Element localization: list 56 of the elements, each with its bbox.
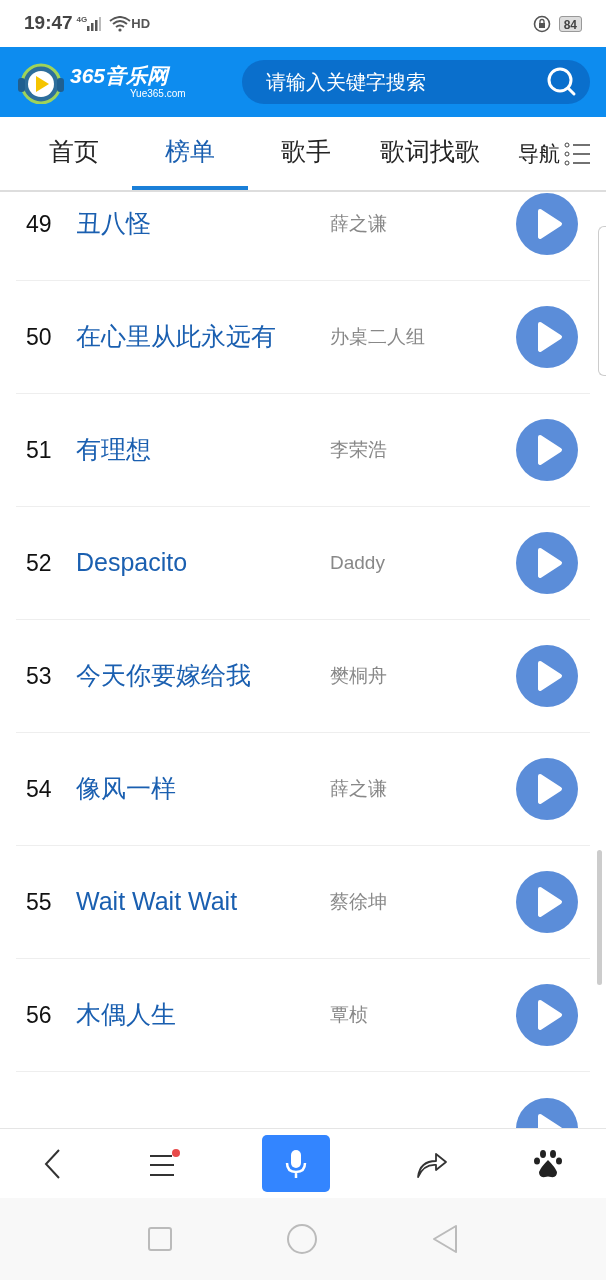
play-button[interactable]: [516, 193, 578, 255]
artist-name[interactable]: 蔡徐坤: [330, 887, 516, 917]
nav-tab[interactable]: 榜单: [132, 117, 248, 190]
play-button[interactable]: [516, 984, 578, 1046]
back-icon[interactable]: [42, 1147, 63, 1180]
rank-number: 56: [25, 1000, 53, 1030]
paw-icon[interactable]: [533, 1148, 564, 1179]
rank-number: 51: [25, 435, 53, 465]
recents-button[interactable]: [147, 1227, 172, 1251]
song-title[interactable]: 木偶人生: [76, 996, 330, 1034]
status-time: 19:47: [24, 11, 73, 36]
wifi-icon: [109, 15, 132, 32]
logo-text: 365音乐网: [70, 64, 171, 88]
microphone-icon: [284, 1148, 308, 1179]
search-field[interactable]: 请输入关键字搜索: [242, 60, 590, 104]
search-icon[interactable]: [546, 66, 578, 98]
rank-number: 50: [25, 322, 53, 352]
nav-tab[interactable]: 歌手: [248, 117, 364, 190]
nav-menu-button[interactable]: 导航: [518, 117, 590, 190]
song-title[interactable]: 有理想: [76, 431, 330, 469]
logo-domain: Yue365.com: [130, 88, 186, 100]
artist-name[interactable]: 樊桐舟: [330, 661, 516, 691]
rank-number: 49: [25, 209, 53, 239]
back-button[interactable]: [432, 1224, 459, 1254]
rank-number: 53: [25, 661, 53, 691]
play-button[interactable]: [516, 645, 578, 707]
song-title[interactable]: 像风一样: [76, 770, 330, 808]
rank-number: 55: [25, 887, 53, 917]
home-button[interactable]: [287, 1224, 317, 1254]
signal-icon: [87, 16, 102, 31]
rotation-lock-icon: [532, 14, 551, 33]
artist-name[interactable]: 办桌二人组: [330, 322, 516, 352]
nav-tab[interactable]: 首页: [16, 117, 132, 190]
song-title[interactable]: 丑八怪: [76, 205, 330, 243]
rank-number: 52: [25, 548, 53, 578]
song-title[interactable]: Wait Wait Wait: [76, 883, 330, 921]
artist-name[interactable]: 李荣浩: [330, 435, 516, 465]
artist-name[interactable]: 薛之谦: [330, 209, 516, 239]
nav-tab[interactable]: 歌词找歌: [364, 117, 496, 190]
play-button[interactable]: [516, 758, 578, 820]
song-title[interactable]: 今天你要嫁给我: [76, 657, 330, 695]
hd-label: HD: [131, 14, 151, 33]
play-button[interactable]: [516, 306, 578, 368]
rank-number: 54: [25, 774, 53, 804]
voice-button[interactable]: [262, 1135, 330, 1192]
play-button[interactable]: [516, 419, 578, 481]
play-button[interactable]: [516, 532, 578, 594]
list-icon: [564, 141, 590, 166]
song-title[interactable]: Despacito: [76, 544, 330, 582]
battery-indicator: 84: [558, 15, 582, 32]
artist-name[interactable]: 覃桢: [330, 1000, 516, 1030]
network-label: 4G: [76, 13, 88, 26]
song-title[interactable]: 在心里从此永远有: [76, 318, 330, 356]
artist-name[interactable]: 薛之谦: [330, 774, 516, 804]
artist-name[interactable]: Daddy: [330, 548, 516, 578]
play-button[interactable]: [516, 871, 578, 933]
